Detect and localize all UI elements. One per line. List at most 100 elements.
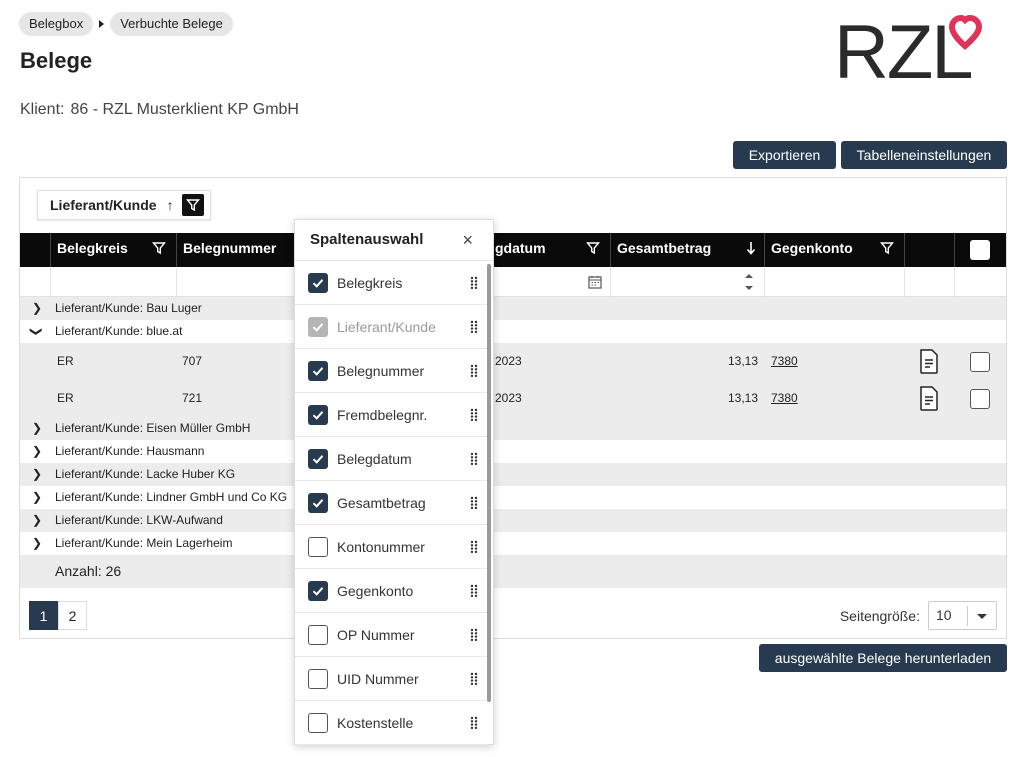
column-header-document bbox=[904, 233, 954, 267]
column-header-belegkreis[interactable]: Belegkreis bbox=[50, 233, 176, 267]
checkbox-unchecked[interactable] bbox=[308, 668, 328, 689]
table-row[interactable]: ER 721 2023 13,13 7380 bbox=[20, 380, 1006, 417]
close-icon[interactable]: × bbox=[462, 220, 473, 260]
chevron-right-icon[interactable]: ❯ bbox=[32, 463, 42, 486]
sort-descending-icon bbox=[746, 242, 756, 255]
drag-handle-icon[interactable] bbox=[470, 584, 478, 598]
filter-cell-document bbox=[904, 267, 954, 297]
column-option[interactable]: Belegkreis bbox=[295, 261, 487, 305]
select-all-checkbox[interactable] bbox=[970, 240, 990, 260]
filter-cell-belegdatum[interactable] bbox=[489, 267, 610, 297]
drag-handle-icon[interactable] bbox=[470, 364, 478, 378]
drag-handle-icon[interactable] bbox=[470, 628, 478, 642]
group-label: Lieferant/Kunde: Eisen Müller GmbH bbox=[55, 421, 251, 435]
column-option[interactable]: UID Nummer bbox=[295, 657, 487, 701]
column-option[interactable]: Gegenkonto bbox=[295, 569, 487, 613]
group-row[interactable]: ❯ Lieferant/Kunde: Eisen Müller GmbH bbox=[20, 417, 1006, 440]
breadcrumb-belegbox[interactable]: Belegbox bbox=[19, 12, 94, 36]
document-icon bbox=[920, 386, 938, 411]
drag-handle-icon[interactable] bbox=[470, 276, 478, 290]
filter-cell-gegenkonto[interactable] bbox=[764, 267, 904, 297]
group-row[interactable]: ❯ Lieferant/Kunde: Lindner GmbH und Co K… bbox=[20, 486, 1006, 509]
column-option[interactable]: Kostenstelle bbox=[295, 701, 487, 745]
scrollbar[interactable] bbox=[487, 264, 491, 702]
drag-handle-icon[interactable] bbox=[470, 496, 478, 510]
page-1-button[interactable]: 1 bbox=[29, 601, 58, 630]
column-header-belegdatum[interactable]: gdatum bbox=[489, 233, 610, 267]
chevron-down-icon[interactable]: ❯ bbox=[25, 326, 48, 336]
drag-handle-icon[interactable] bbox=[470, 408, 478, 422]
column-option[interactable]: Belegdatum bbox=[295, 437, 487, 481]
breadcrumb-separator-icon bbox=[99, 20, 105, 28]
page-size-select[interactable]: 10 bbox=[928, 601, 997, 630]
breadcrumb-verbuchte-belege[interactable]: Verbuchte Belege bbox=[110, 12, 233, 36]
column-option[interactable]: Fremdbelegnr. bbox=[295, 393, 487, 437]
column-option[interactable]: Gesamtbetrag bbox=[295, 481, 487, 525]
column-option[interactable]: Belegnummer bbox=[295, 349, 487, 393]
cell-belegdatum: 2023 bbox=[495, 354, 522, 368]
checkbox-checked[interactable] bbox=[308, 448, 328, 469]
group-row[interactable]: ❯ Lieferant/Kunde: Mein Lagerheim bbox=[20, 532, 1006, 555]
row-select-checkbox[interactable] bbox=[970, 389, 990, 409]
table-settings-button[interactable]: Tabelleneinstellungen bbox=[841, 141, 1007, 169]
sort-ascending-icon[interactable]: ↑ bbox=[167, 197, 174, 213]
drag-handle-icon[interactable] bbox=[470, 540, 478, 554]
group-row[interactable]: ❯ Lieferant/Kunde: Hausmann bbox=[20, 440, 1006, 463]
cell-gegenkonto-link[interactable]: 7380 bbox=[771, 380, 798, 417]
chevron-right-icon[interactable]: ❯ bbox=[32, 297, 42, 320]
filter-cell-belegkreis[interactable] bbox=[50, 267, 176, 297]
chevron-right-icon[interactable]: ❯ bbox=[32, 417, 42, 440]
column-filter-icon bbox=[152, 242, 166, 255]
cell-belegnummer: 721 bbox=[182, 391, 203, 405]
checkbox-checked[interactable] bbox=[308, 360, 328, 381]
row-select-checkbox[interactable] bbox=[970, 352, 990, 372]
column-filter-icon bbox=[880, 242, 894, 255]
column-option-label: UID Nummer bbox=[337, 670, 419, 687]
column-option[interactable]: Kontonummer bbox=[295, 525, 487, 569]
chevron-right-icon[interactable]: ❯ bbox=[32, 509, 42, 532]
filter-cell-belegnummer[interactable] bbox=[176, 267, 296, 297]
drag-handle-icon[interactable] bbox=[470, 672, 478, 686]
group-row[interactable]: ❯ Lieferant/Kunde: blue.at bbox=[20, 320, 1006, 343]
chevron-right-icon[interactable]: ❯ bbox=[32, 532, 42, 555]
column-option-label: Lieferant/Kunde bbox=[337, 318, 436, 335]
column-option[interactable]: OP Nummer bbox=[295, 613, 487, 657]
cell-gegenkonto-link[interactable]: 7380 bbox=[771, 343, 798, 380]
checkbox-checked[interactable] bbox=[308, 404, 328, 425]
download-selected-button[interactable]: ausgewählte Belege herunterladen bbox=[759, 644, 1007, 672]
checkbox-unchecked[interactable] bbox=[308, 712, 328, 733]
drag-handle-icon[interactable] bbox=[470, 320, 478, 334]
group-row[interactable]: ❯ Lieferant/Kunde: Lacke Huber KG bbox=[20, 463, 1006, 486]
group-label: Lieferant/Kunde: Bau Luger bbox=[55, 301, 202, 315]
drag-handle-icon[interactable] bbox=[470, 716, 478, 730]
filter-icon[interactable] bbox=[181, 194, 204, 216]
checkbox-checked bbox=[308, 316, 328, 337]
group-label: Lieferant/Kunde: Mein Lagerheim bbox=[55, 536, 233, 550]
document-icon bbox=[920, 349, 938, 374]
drag-handle-icon[interactable] bbox=[470, 452, 478, 466]
checkbox-checked[interactable] bbox=[308, 492, 328, 513]
table-row[interactable]: ER 707 2023 13,13 7380 bbox=[20, 343, 1006, 380]
page-2-button[interactable]: 2 bbox=[58, 601, 87, 630]
cell-belegkreis: ER bbox=[57, 391, 74, 405]
page-size-value: 10 bbox=[936, 607, 952, 623]
column-label-gegenkonto: Gegenkonto bbox=[771, 240, 853, 256]
chevron-right-icon[interactable]: ❯ bbox=[32, 440, 42, 463]
group-row[interactable]: ❯ Lieferant/Kunde: Bau Luger bbox=[20, 297, 1006, 320]
number-spinner-icon bbox=[745, 274, 753, 290]
checkbox-unchecked[interactable] bbox=[308, 536, 328, 557]
group-by-chip[interactable]: Lieferant/Kunde ↑ bbox=[37, 190, 211, 220]
checkbox-unchecked[interactable] bbox=[308, 624, 328, 645]
export-button[interactable]: Exportieren bbox=[733, 141, 836, 169]
column-header-gesamtbetrag[interactable]: Gesamtbetrag bbox=[610, 233, 764, 267]
column-header-gegenkonto[interactable]: Gegenkonto bbox=[764, 233, 904, 267]
group-label: Lieferant/Kunde: blue.at bbox=[55, 324, 183, 338]
row-count: Anzahl: 26 bbox=[55, 563, 122, 579]
column-picker-header: Spaltenauswahl × bbox=[295, 220, 493, 261]
group-row[interactable]: ❯ Lieferant/Kunde: LKW-Aufwand bbox=[20, 509, 1006, 532]
chevron-right-icon[interactable]: ❯ bbox=[32, 486, 42, 509]
column-header-belegnummer[interactable]: Belegnummer bbox=[176, 233, 296, 267]
filter-cell-gesamtbetrag[interactable] bbox=[610, 267, 764, 297]
checkbox-checked[interactable] bbox=[308, 272, 328, 293]
checkbox-checked[interactable] bbox=[308, 580, 328, 601]
